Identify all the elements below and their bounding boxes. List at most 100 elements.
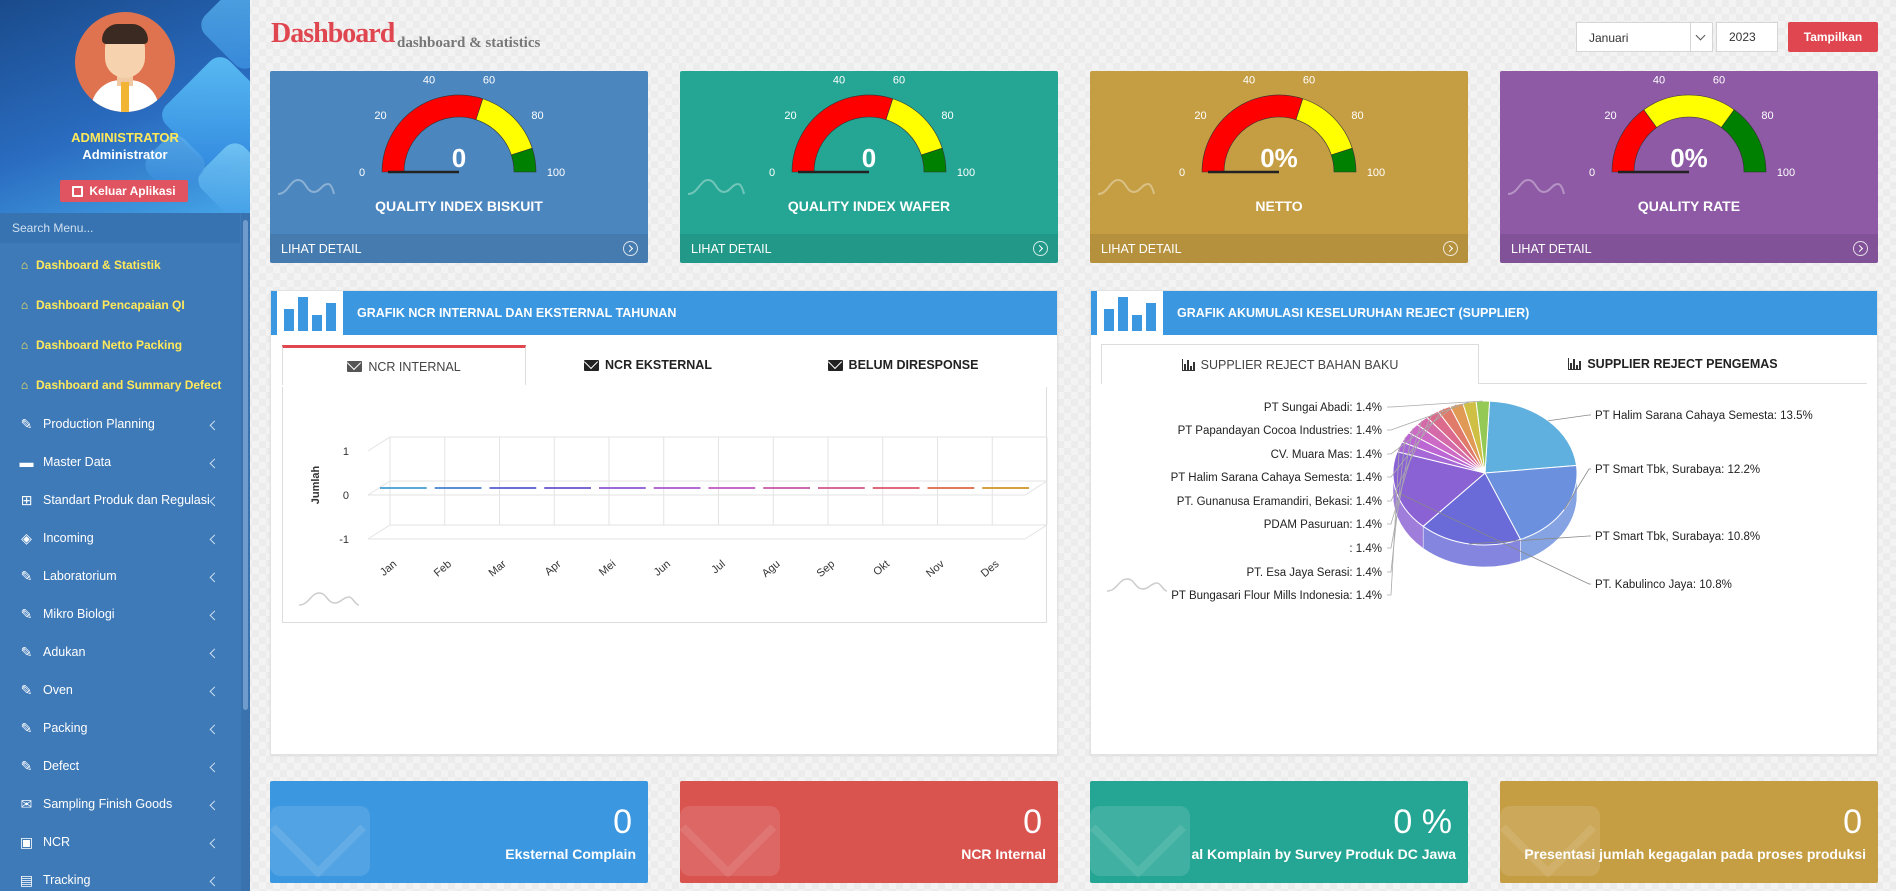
gauge-chart: 0 20 40 60 80 100 0% [1179, 75, 1385, 179]
tab-supplier-pengemas[interactable]: SUPPLIER REJECT PENGEMAS [1479, 344, 1867, 384]
home-icon: ⌂ [20, 298, 29, 312]
gauge-value: 0% [1260, 143, 1298, 173]
stat-value: 0 [613, 803, 632, 841]
gauge-tick-label: 60 [1303, 75, 1315, 87]
sidebar-item-master-data[interactable]: ▬ Master Data [0, 443, 240, 481]
month-select[interactable]: Januari [1576, 22, 1713, 52]
logout-button[interactable]: Keluar Aplikasi [60, 180, 188, 202]
stat-card-4[interactable]: 0 Presentasi jumlah kegagalan pada proses… [1500, 781, 1878, 883]
sidebar-item-production-planning[interactable]: ✎ Production Planning [0, 405, 240, 443]
view-detail-link[interactable]: LIHAT DETAIL [1500, 234, 1878, 263]
pie-slice-1[interactable] [1484, 400, 1578, 474]
pie-label-value: 1.4% [1356, 425, 1382, 437]
view-detail-link[interactable]: LIHAT DETAIL [1090, 234, 1468, 263]
y-tick-label: -1 [339, 534, 349, 546]
reject-panel-header: GRAFIK AKUMULASI KESELURUHAN REJECT (SUP… [1091, 291, 1877, 335]
gauge-chart: 0 20 40 60 80 100 0% [1589, 75, 1795, 179]
user-role: ADMINISTRATOR [71, 130, 179, 145]
chevron-left-icon [209, 762, 220, 773]
sidebar-item-oven[interactable]: ✎ Oven [0, 671, 240, 709]
pie-label-name: PT. Gunanusa Eramandiri, Bekasi [1177, 496, 1350, 508]
sidebar-item-incoming[interactable]: ◈ Incoming [0, 519, 240, 557]
inbox-icon: ▣ [19, 834, 34, 850]
sidebar-item-laboratorium[interactable]: ✎ Laboratorium [0, 557, 240, 595]
tab-ncr-internal[interactable]: NCR INTERNAL [282, 345, 526, 385]
sidebar-item-label: Master Data [43, 455, 112, 469]
sidebar-item-standart-produk-dan-regulasi[interactable]: ⊞ Standart Produk dan Regulasi [0, 481, 240, 519]
gauge-tick-label: 80 [1351, 110, 1363, 122]
search-menu-input[interactable] [0, 213, 240, 243]
tab-supplier-bahan-baku[interactable]: SUPPLIER REJECT BAHAN BAKU [1101, 344, 1479, 384]
gauge-tick-label: 20 [374, 110, 386, 122]
sidebar-item-ncr[interactable]: ▣ NCR [0, 823, 240, 861]
tab-label: NCR EKSTERNAL [605, 358, 712, 372]
sidebar-item-dashboard-netto-packing[interactable]: ⌂ Dashboard Netto Packing [0, 325, 240, 365]
pie-label-name: PT Smart Tbk, Surabaya [1595, 531, 1722, 543]
arrow-circle-right-icon [1443, 241, 1458, 256]
pie-label-value: 1.4% [1356, 402, 1382, 414]
stat-card-2[interactable]: 0 NCR Internal [680, 781, 1058, 883]
x-tick-label: Okt [871, 558, 892, 578]
envelope-icon [347, 361, 363, 372]
pie-label-name: PT. Kabulinco Jaya [1595, 579, 1693, 591]
sidebar-item-sampling-finish-goods[interactable]: ✉ Sampling Finish Goods [0, 785, 240, 823]
year-input[interactable] [1716, 22, 1778, 52]
gauge-tick-label: 40 [833, 75, 845, 87]
gauge-title: QUALITY INDEX BISKUIT [375, 198, 543, 214]
x-tick-label: Jul [709, 558, 727, 576]
wave-icon [277, 178, 335, 195]
gauge-tick-label: 40 [423, 75, 435, 87]
gauge-tick-label: 0 [359, 167, 365, 179]
view-detail-link[interactable]: LIHAT DETAIL [680, 234, 1058, 263]
envelope-icon [1500, 806, 1600, 876]
show-button[interactable]: Tampilkan [1788, 22, 1878, 52]
sidebar-item-packing[interactable]: ✎ Packing [0, 709, 240, 747]
gauge-tick-label: 80 [1761, 110, 1773, 122]
gauge-tick-label: 0 [1589, 167, 1595, 179]
reject-chart-panel: GRAFIK AKUMULASI KESELURUHAN REJECT (SUP… [1090, 290, 1878, 755]
chevron-left-icon [209, 724, 220, 735]
pie-label-name: PT. Esa Jaya Serasi [1246, 567, 1349, 579]
pie-label-value: 1.4% [1356, 543, 1382, 555]
gauge-value: 0 [452, 143, 466, 173]
gauge-tick-label: 100 [957, 167, 975, 179]
pie-label-value: 10.8% [1699, 579, 1732, 591]
pie-label: PT. Gunanusa Eramandiri, Bekasi: 1.4% [1177, 496, 1382, 508]
stat-card-1[interactable]: 0 Eksternal Complain [270, 781, 648, 883]
arrow-circle-right-icon [1853, 241, 1868, 256]
sign-out-icon [72, 185, 84, 197]
x-tick-label: Nov [924, 558, 947, 580]
sidebar-item-tracking[interactable]: ▤ Tracking [0, 861, 240, 891]
view-detail-label: LIHAT DETAIL [691, 242, 772, 256]
edit-icon: ✎ [20, 644, 33, 660]
ncr-panel-title: GRAFIK NCR INTERNAL DAN EKSTERNAL TAHUNA… [357, 306, 677, 320]
sidebar-item-dashboard-and-summary-defect[interactable]: ⌂ Dashboard and Summary Defect [0, 365, 240, 405]
sidebar-scroll-thumb[interactable] [243, 220, 248, 710]
gauge-band [1295, 98, 1353, 156]
sidebar-item-adukan[interactable]: ✎ Adukan [0, 633, 240, 671]
chevron-left-icon [209, 610, 220, 621]
tab-ncr-eksternal[interactable]: NCR EKSTERNAL [526, 345, 770, 385]
month-value: Januari [1589, 31, 1629, 45]
sidebar-item-dashboard-statistik[interactable]: ⌂ Dashboard & Statistik [0, 245, 240, 285]
pie-label-name: PT Halim Sarana Cahaya Semesta [1171, 472, 1350, 484]
pie-label-value: 10.8% [1728, 531, 1761, 543]
tab-belum-diresponse[interactable]: BELUM DIRESPONSE [770, 345, 1036, 385]
gauge-band [1720, 109, 1767, 173]
bar-chart-icon [277, 291, 347, 335]
sidebar-item-dashboard-pencapaian-qi[interactable]: ⌂ Dashboard Pencapaian QI [0, 285, 240, 325]
gauge-card-quality-rate: 0 20 40 60 80 100 0% QUALITY RATE LIHAT DETAIL [1500, 71, 1878, 263]
sidebar-item-label: Adukan [43, 645, 86, 659]
pie-label: PT Smart Tbk, Surabaya: 12.2% [1595, 464, 1760, 476]
table-icon: ▤ [19, 872, 34, 888]
folder-icon: ▬ [19, 454, 34, 470]
pie-label-name: PT Sungai Abadi [1264, 402, 1349, 414]
reject-panel-title: GRAFIK AKUMULASI KESELURUHAN REJECT (SUP… [1177, 306, 1530, 320]
home-icon: ⌂ [20, 258, 29, 272]
view-detail-link[interactable]: LIHAT DETAIL [270, 234, 648, 263]
sidebar-item-mikro-biologi[interactable]: ✎ Mikro Biologi [0, 595, 240, 633]
stat-card-3[interactable]: 0 % al Komplain by Survey Produk DC Jawa [1090, 781, 1468, 883]
sidebar-item-defect[interactable]: ✎ Defect [0, 747, 240, 785]
gauge-title: QUALITY RATE [1637, 198, 1741, 214]
tab-label: BELUM DIRESPONSE [848, 358, 979, 372]
